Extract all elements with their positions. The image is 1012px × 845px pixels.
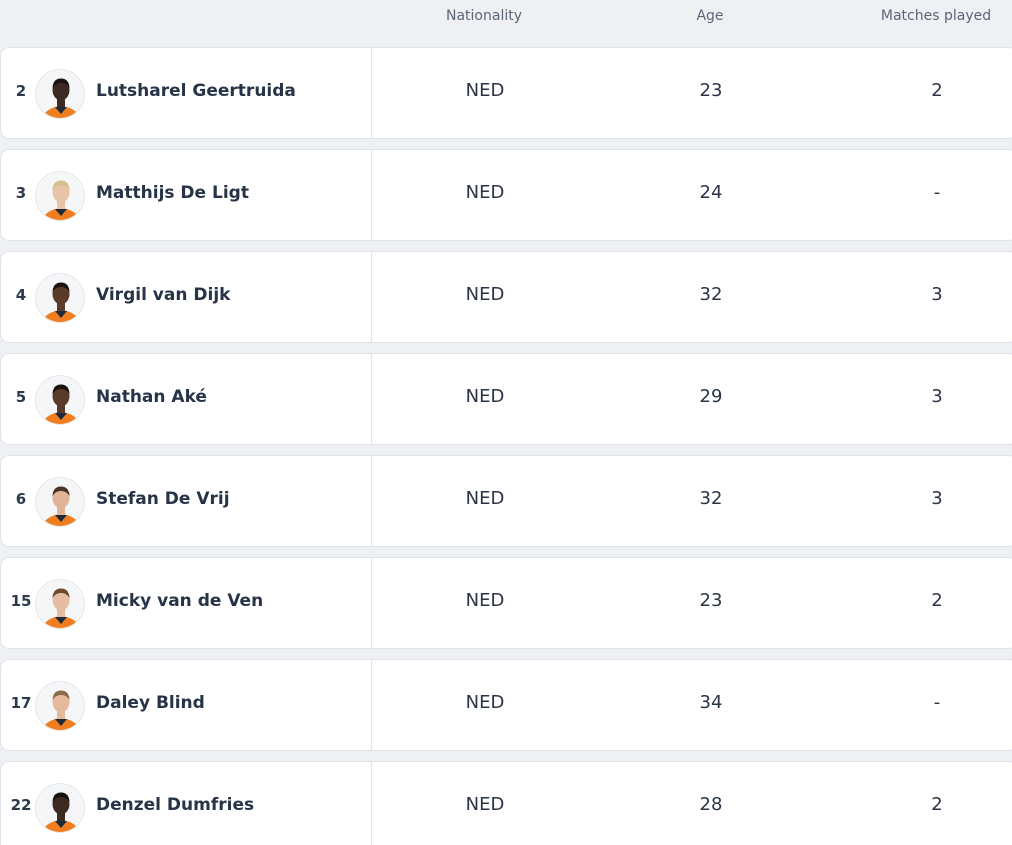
nationality-value: NED — [465, 488, 505, 509]
player-row[interactable]: 5 Nathan Aké NED 29 3 — [0, 353, 1012, 445]
player-photo-svg — [42, 486, 80, 526]
table-header: Nationality Age Matches played — [0, 0, 1012, 32]
player-cell: 2 Lutsharel Geertruida — [1, 48, 372, 138]
player-photo — [35, 783, 85, 833]
player-row[interactable]: 22 Denzel Dumfries NED 28 2 — [0, 761, 1012, 845]
matches-played-value: 2 — [931, 80, 943, 101]
player-photo — [35, 375, 85, 425]
player-cell: 15 Micky van de Ven — [1, 558, 372, 648]
matches-played-value: 3 — [931, 488, 943, 509]
player-name[interactable]: Micky van de Ven — [96, 591, 263, 611]
player-cell: 5 Nathan Aké — [1, 354, 372, 444]
player-photo — [35, 477, 85, 527]
player-row[interactable]: 3 Matthijs De Ligt NED 24 - — [0, 149, 1012, 241]
age-value: 34 — [699, 692, 723, 713]
nationality-value: NED — [465, 794, 505, 815]
age-value: 24 — [699, 182, 723, 203]
player-row[interactable]: 15 Micky van de Ven NED 23 2 — [0, 557, 1012, 649]
player-photo-svg — [42, 792, 80, 832]
player-photo-svg — [42, 78, 80, 118]
player-row[interactable]: 4 Virgil van Dijk NED 32 3 — [0, 251, 1012, 343]
player-photo-svg — [42, 282, 80, 322]
age-value: 32 — [699, 488, 723, 509]
player-cell: 6 Stefan De Vrij — [1, 456, 372, 546]
column-header-age[interactable]: Age — [696, 8, 723, 24]
nationality-value: NED — [465, 80, 505, 101]
nationality-value: NED — [465, 590, 505, 611]
player-photo-svg — [42, 384, 80, 424]
matches-played-value: 2 — [931, 590, 943, 611]
player-row[interactable]: 17 Daley Blind NED 34 - — [0, 659, 1012, 751]
nationality-value: NED — [465, 692, 505, 713]
player-photo-svg — [42, 588, 80, 628]
nationality-value: NED — [465, 386, 505, 407]
player-photo — [35, 681, 85, 731]
age-value: 32 — [699, 284, 723, 305]
player-photo-svg — [42, 180, 80, 220]
matches-played-value: 3 — [931, 386, 943, 407]
player-row[interactable]: 2 Lutsharel Geertruida NED 23 2 — [0, 47, 1012, 139]
age-value: 28 — [699, 794, 723, 815]
column-header-matches-played[interactable]: Matches played — [881, 8, 991, 24]
matches-played-value: - — [933, 182, 941, 203]
player-photo — [35, 579, 85, 629]
age-value: 23 — [699, 590, 723, 611]
player-cell: 22 Denzel Dumfries — [1, 762, 372, 845]
player-photo-svg — [42, 690, 80, 730]
player-cell: 17 Daley Blind — [1, 660, 372, 750]
player-name[interactable]: Daley Blind — [96, 693, 205, 713]
nationality-value: NED — [465, 284, 505, 305]
player-name[interactable]: Matthijs De Ligt — [96, 183, 249, 203]
age-value: 29 — [699, 386, 723, 407]
nationality-value: NED — [465, 182, 505, 203]
player-photo — [35, 171, 85, 221]
player-photo — [35, 69, 85, 119]
matches-played-value: 3 — [931, 284, 943, 305]
player-name[interactable]: Denzel Dumfries — [96, 795, 254, 815]
age-value: 23 — [699, 80, 723, 101]
player-name[interactable]: Stefan De Vrij — [96, 489, 230, 509]
column-header-nationality[interactable]: Nationality — [446, 8, 522, 24]
player-row[interactable]: 6 Stefan De Vrij NED 32 3 — [0, 455, 1012, 547]
matches-played-value: - — [933, 692, 941, 713]
squad-page: Nationality Age Matches played 2 Lutshar… — [0, 0, 1012, 845]
player-photo — [35, 273, 85, 323]
player-cell: 3 Matthijs De Ligt — [1, 150, 372, 240]
player-name[interactable]: Lutsharel Geertruida — [96, 81, 296, 101]
player-name[interactable]: Nathan Aké — [96, 387, 207, 407]
player-cell: 4 Virgil van Dijk — [1, 252, 372, 342]
player-name[interactable]: Virgil van Dijk — [96, 285, 230, 305]
player-list: 2 Lutsharel Geertruida NED 23 2 3 Matthi… — [0, 47, 1012, 845]
matches-played-value: 2 — [931, 794, 943, 815]
